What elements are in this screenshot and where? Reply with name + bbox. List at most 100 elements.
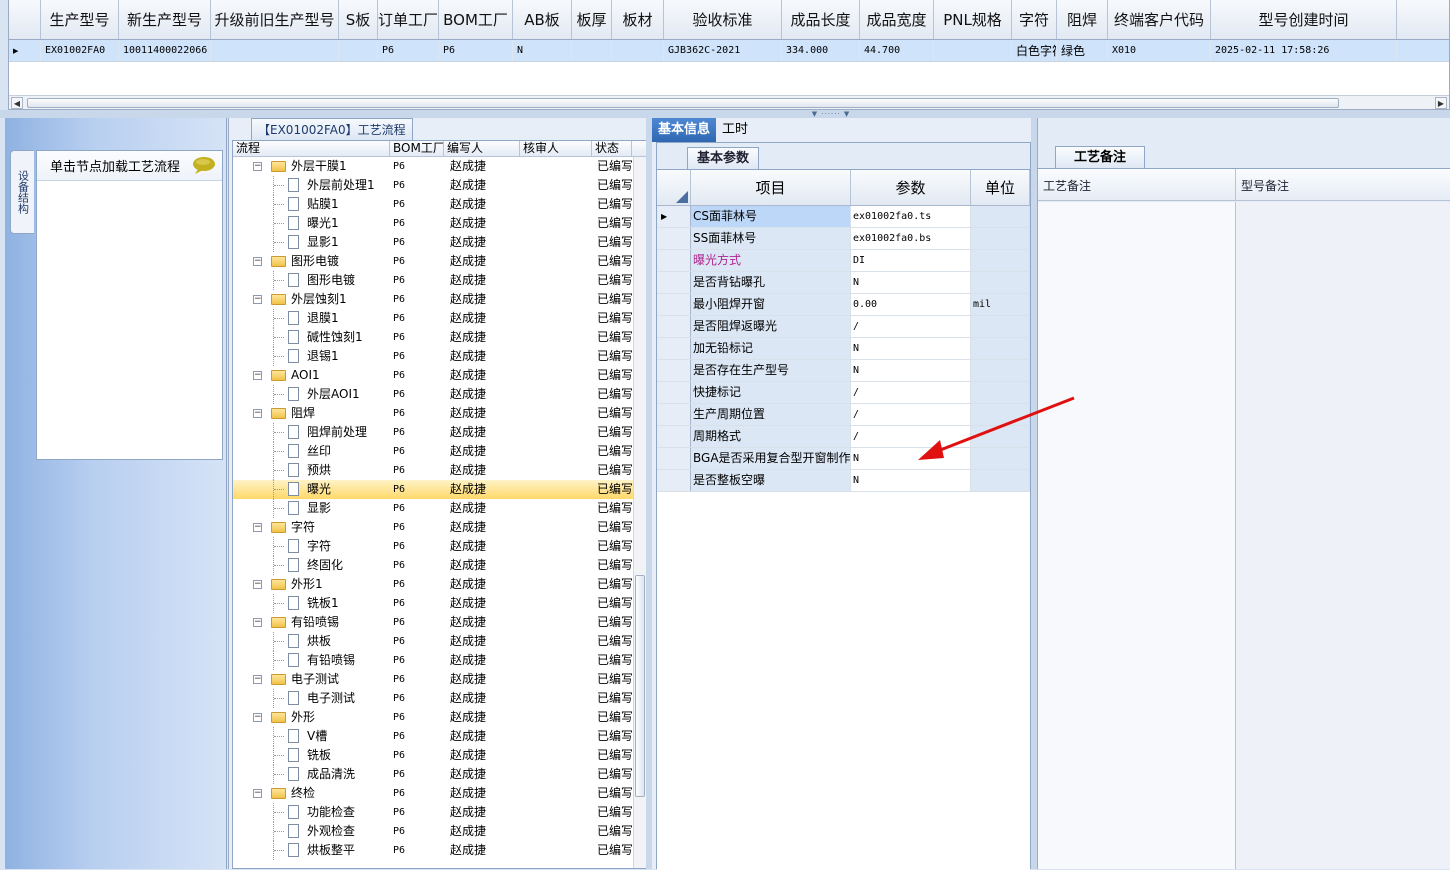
scroll-left-icon[interactable]: ◀ (11, 97, 23, 109)
tree-col-header[interactable]: 核审人 (520, 141, 592, 156)
collapse-icon[interactable]: − (253, 675, 262, 684)
tree-col-header[interactable]: 状态 (592, 141, 632, 156)
param-row[interactable]: 是否存在生产型号 N (657, 360, 1030, 382)
tree-node[interactable]: 贴膜1 (233, 195, 390, 214)
tree-node[interactable]: 丝印 (233, 442, 390, 461)
col-header[interactable]: 新生产型号 (119, 0, 211, 39)
col-header[interactable]: 验收标准 (664, 0, 782, 39)
tree-node[interactable]: 铣板1 (233, 594, 390, 613)
collapse-icon[interactable]: − (253, 371, 262, 380)
tree-node[interactable]: 铣板 (233, 746, 390, 765)
tree-row[interactable]: − 图形电镀 P6 赵成捷 已编写 (233, 252, 646, 271)
tree-node[interactable]: 终固化 (233, 556, 390, 575)
col-header[interactable]: BOM工厂 (439, 0, 513, 39)
tree-row[interactable]: − 有铅喷锡 P6 赵成捷 已编写 (233, 613, 646, 632)
tree-row[interactable]: 碱性蚀刻1 P6 赵成捷 已编写 (233, 328, 646, 347)
tree-col-header[interactable]: 编写人 (444, 141, 520, 156)
collapse-icon[interactable]: − (253, 580, 262, 589)
collapse-icon[interactable]: − (253, 523, 262, 532)
tree-node[interactable]: − 有铅喷锡 (233, 613, 390, 632)
col-header[interactable]: 型号创建时间 (1211, 0, 1397, 39)
collapse-icon[interactable]: − (253, 789, 262, 798)
tree-node[interactable]: 成品清洗 (233, 765, 390, 784)
col-header[interactable]: 成品长度 (782, 0, 860, 39)
tree-row[interactable]: 铣板1 P6 赵成捷 已编写 (233, 594, 646, 613)
tree-row[interactable]: 显影1 P6 赵成捷 已编写 (233, 233, 646, 252)
tree-row[interactable]: − 外层干膜1 P6 赵成捷 已编写 (233, 157, 646, 176)
tree-row[interactable]: − 电子测试 P6 赵成捷 已编写 (233, 670, 646, 689)
process-remark-tab[interactable]: 工艺备注 (1055, 146, 1146, 168)
param-row[interactable]: 是否阻焊返曝光 / (657, 316, 1030, 338)
tree-node[interactable]: 外观检查 (233, 822, 390, 841)
tree-row[interactable]: 功能检查 P6 赵成捷 已编写 (233, 803, 646, 822)
equipment-structure-tab[interactable]: 设备结构 (10, 150, 34, 234)
process-remark-area[interactable] (1038, 202, 1236, 869)
tree-row[interactable]: 铣板 P6 赵成捷 已编写 (233, 746, 646, 765)
tree-node[interactable]: 碱性蚀刻1 (233, 328, 390, 347)
param-value[interactable]: 0.00 (851, 294, 971, 315)
param-value[interactable]: / (851, 316, 971, 337)
tree-row[interactable]: − AOI1 P6 赵成捷 已编写 (233, 366, 646, 385)
collapse-icon[interactable]: − (253, 257, 262, 266)
col-header[interactable]: PNL规格 (934, 0, 1012, 39)
tree-row[interactable]: 图形电镀 P6 赵成捷 已编写 (233, 271, 646, 290)
tree-node[interactable]: 曝光1 (233, 214, 390, 233)
cell[interactable]: EX01002FA0 (41, 40, 119, 61)
col-header[interactable]: 板材 (612, 0, 664, 39)
cell[interactable]: 白色字符 (1012, 40, 1057, 61)
param-value[interactable]: DI (851, 250, 971, 271)
param-row[interactable]: 是否背钻曝孔 N (657, 272, 1030, 294)
tree-row[interactable]: 成品清洗 P6 赵成捷 已编写 (233, 765, 646, 784)
tree-node[interactable]: V槽 (233, 727, 390, 746)
cell[interactable]: P6 (378, 40, 439, 61)
tree-node[interactable]: 外层AOI1 (233, 385, 390, 404)
tree-node[interactable]: − 外形1 (233, 575, 390, 594)
tab-work-hours[interactable]: 工时 (716, 118, 754, 142)
process-flow-tab[interactable]: 【EX01002FA0】工艺流程 (251, 118, 413, 140)
tree-node[interactable]: − 外形 (233, 708, 390, 727)
collapse-icon[interactable]: − (253, 618, 262, 627)
tree-row[interactable]: 曝光1 P6 赵成捷 已编写 (233, 214, 646, 233)
tree-row[interactable]: 字符 P6 赵成捷 已编写 (233, 537, 646, 556)
col-header[interactable]: AB板 (513, 0, 572, 39)
tree-row[interactable]: 贴膜1 P6 赵成捷 已编写 (233, 195, 646, 214)
tree-row[interactable]: 烘板 P6 赵成捷 已编写 (233, 632, 646, 651)
tree-row[interactable]: − 外形1 P6 赵成捷 已编写 (233, 575, 646, 594)
param-value[interactable]: N (851, 272, 971, 293)
vertical-scrollbar[interactable] (633, 157, 646, 868)
tree-node[interactable]: − 外层蚀刻1 (233, 290, 390, 309)
cell[interactable]: 10011400022066 (119, 40, 211, 61)
cell[interactable] (572, 40, 612, 61)
col-header[interactable]: 升级前旧生产型号 (211, 0, 339, 39)
tree-row[interactable]: 外层前处理1 P6 赵成捷 已编写 (233, 176, 646, 195)
tree-node[interactable]: 外层前处理1 (233, 176, 390, 195)
tree-node[interactable]: − 阻焊 (233, 404, 390, 423)
param-row[interactable]: 曝光方式 DI (657, 250, 1030, 272)
param-value[interactable]: ex01002fa0.bs (851, 228, 971, 249)
col-header[interactable]: 成品宽度 (860, 0, 934, 39)
tree-node[interactable]: − 外层干膜1 (233, 157, 390, 176)
cell[interactable]: N (513, 40, 572, 61)
cell[interactable]: P6 (439, 40, 513, 61)
tree-node[interactable]: 烘板 (233, 632, 390, 651)
basic-params-tab[interactable]: 基本参数 (687, 147, 760, 169)
tree-row[interactable]: 有铅喷锡 P6 赵成捷 已编写 (233, 651, 646, 670)
tree-node[interactable]: 退锡1 (233, 347, 390, 366)
collapse-icon[interactable]: − (253, 409, 262, 418)
col-header[interactable]: 终端客户代码 (1108, 0, 1211, 39)
cell[interactable] (211, 40, 339, 61)
cell[interactable] (612, 40, 664, 61)
tree-node[interactable]: 阻焊前处理 (233, 423, 390, 442)
param-value[interactable]: N (851, 470, 971, 491)
tree-row[interactable]: 外观检查 P6 赵成捷 已编写 (233, 822, 646, 841)
tree-row[interactable]: 电子测试 P6 赵成捷 已编写 (233, 689, 646, 708)
tree-node[interactable]: 电子测试 (233, 689, 390, 708)
tree-row[interactable]: − 阻焊 P6 赵成捷 已编写 (233, 404, 646, 423)
cell[interactable]: 2025-02-11 17:58:26 (1211, 40, 1397, 61)
tree-node[interactable]: − 终检 (233, 784, 390, 803)
horizontal-scrollbar[interactable]: ◀ ▶ (9, 95, 1449, 109)
scroll-thumb[interactable] (27, 98, 1339, 108)
col-header[interactable]: 字符 (1012, 0, 1057, 39)
tree-node[interactable]: 功能检查 (233, 803, 390, 822)
param-row[interactable]: 加无铅标记 N (657, 338, 1030, 360)
